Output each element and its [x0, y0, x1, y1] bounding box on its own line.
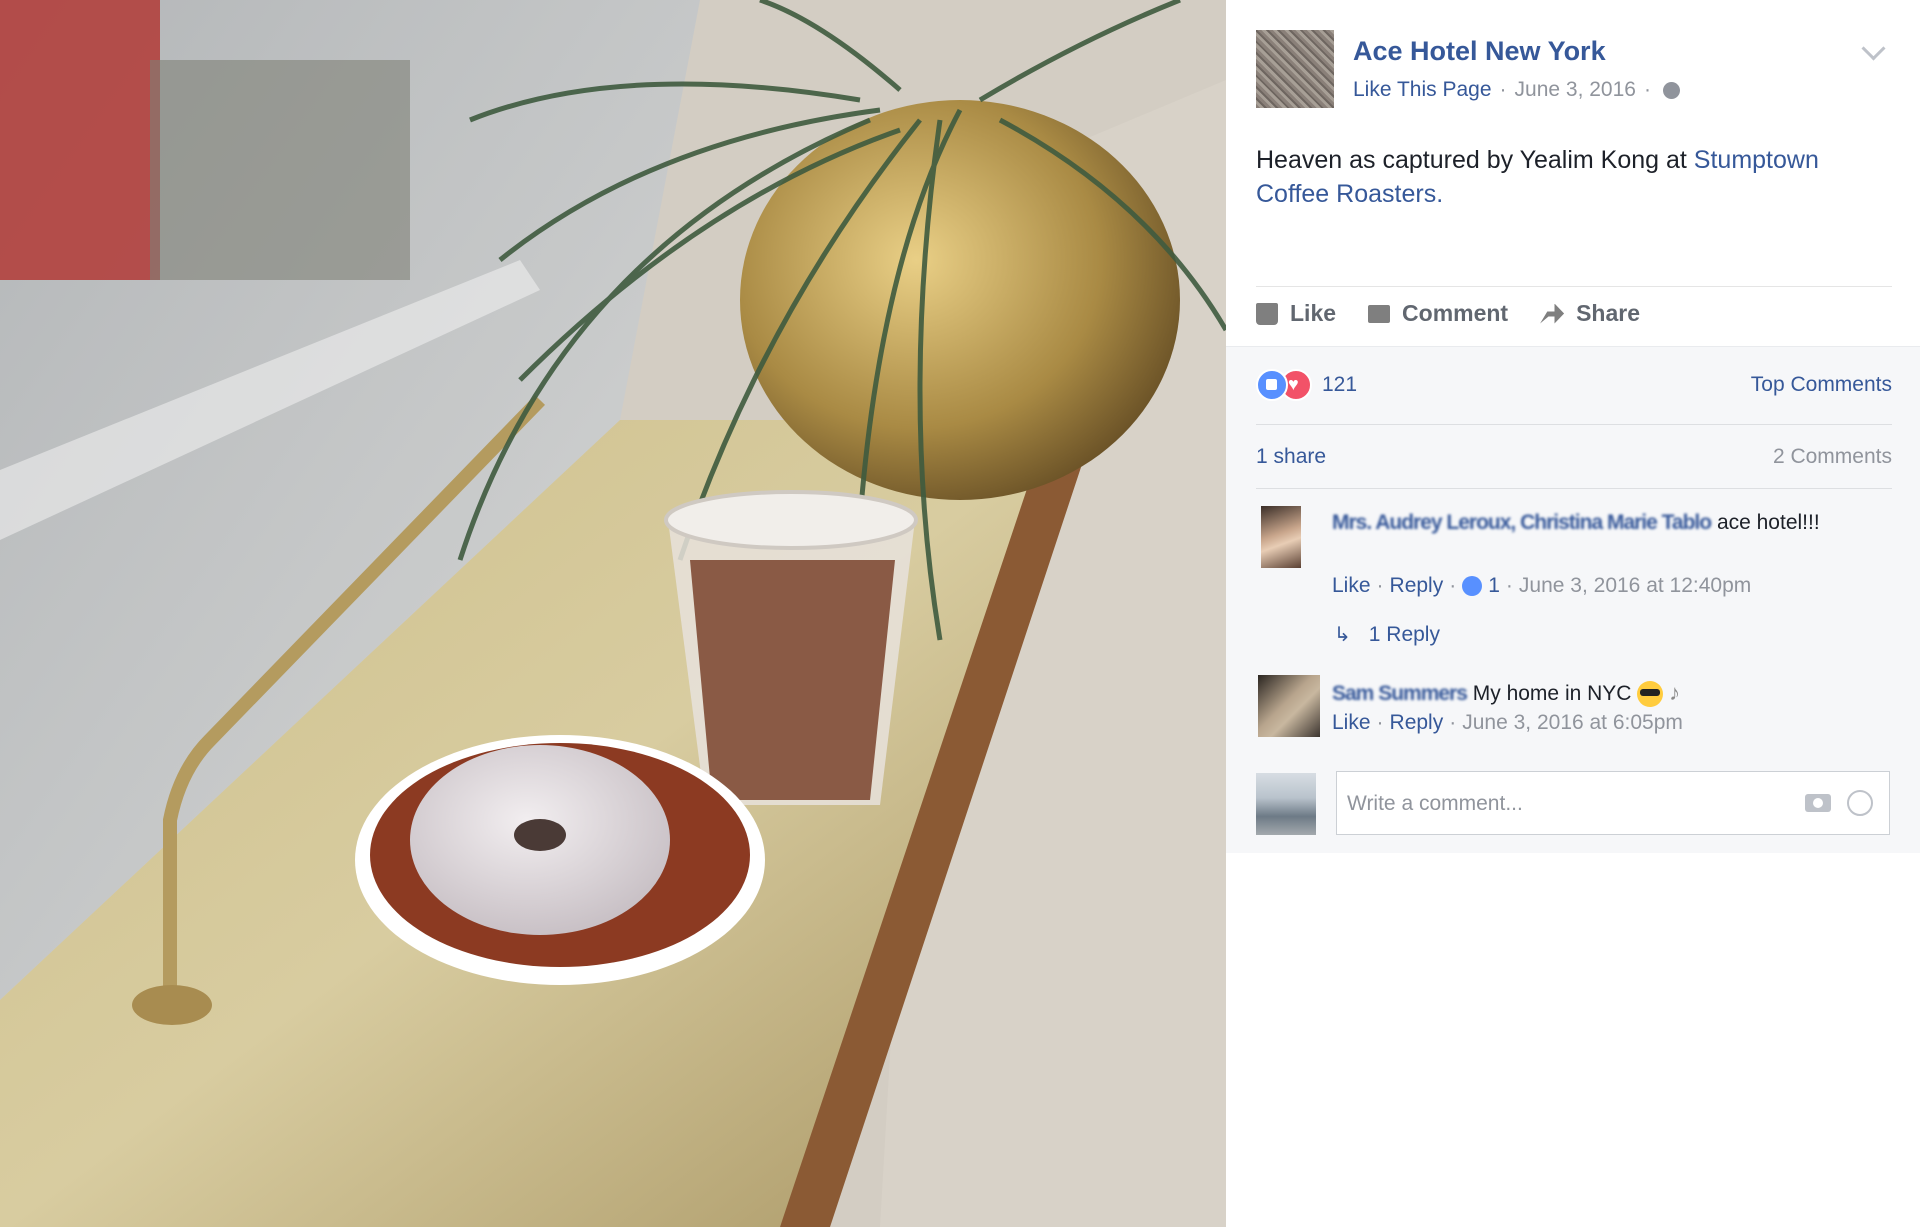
comment-like-link[interactable]: Like [1332, 574, 1371, 598]
divider [1256, 286, 1892, 287]
comment-meta: Like · Reply · June 3, 2016 at 6:05pm [1332, 711, 1683, 735]
comment-reply-link[interactable]: Reply [1390, 711, 1444, 735]
post-caption: Heaven as captured by Yealim Kong at Stu… [1256, 143, 1891, 211]
post-date[interactable]: June 3, 2016 [1515, 78, 1636, 102]
share-icon [1540, 303, 1565, 324]
comment-author-link[interactable]: Sam Summers [1332, 682, 1468, 705]
like-reaction-icon [1256, 369, 1288, 401]
chevron-down-icon[interactable] [1861, 36, 1886, 61]
divider [1256, 424, 1892, 425]
commenter-avatar[interactable] [1258, 675, 1320, 737]
reactions-summary[interactable]: 121 [1256, 369, 1357, 401]
comment-body: My home in NYC [1472, 682, 1632, 705]
meta-separator: · [1376, 574, 1384, 597]
sunglasses-emoji-icon [1637, 681, 1664, 708]
meta-separator: · [1376, 711, 1384, 734]
meta-separator: · [1505, 574, 1513, 597]
post-side-panel: Ace Hotel New York Like This Page · June… [1226, 0, 1920, 1227]
comment-timestamp[interactable]: June 3, 2016 at 6:05pm [1462, 711, 1683, 735]
current-user-avatar[interactable] [1256, 773, 1316, 835]
share-button[interactable]: Share [1540, 300, 1640, 327]
reaction-count[interactable]: 121 [1322, 373, 1357, 397]
caption-text: Heaven as captured by Yealim Kong at [1256, 146, 1694, 174]
comment-icon [1368, 304, 1391, 323]
shares-count[interactable]: 1 share [1256, 445, 1326, 469]
meta-separator: · [1449, 711, 1457, 734]
comment-text: Sam Summers My home in NYC ♪ [1332, 677, 1680, 709]
reply-arrow-icon: ↳ [1334, 624, 1351, 646]
post-photo[interactable] [0, 0, 1226, 1227]
smiley-icon[interactable] [1847, 790, 1873, 816]
replies-label: 1 Reply [1368, 622, 1440, 646]
divider [1256, 488, 1892, 489]
share-label: Share [1576, 300, 1641, 326]
comment-composer[interactable] [1336, 771, 1890, 835]
photo-scene [0, 0, 1226, 1227]
post-actions: Like Comment Share [1256, 300, 1640, 327]
comment-label: Comment [1402, 300, 1509, 326]
like-label: Like [1290, 300, 1337, 326]
commenter-avatar[interactable] [1261, 506, 1301, 568]
post-meta: Like This Page · June 3, 2016 · [1353, 78, 1680, 102]
comment-reply-link[interactable]: Reply [1390, 574, 1444, 598]
view-replies-link[interactable]: ↳ 1 Reply [1334, 622, 1440, 647]
comment-body: ace hotel!!! [1716, 511, 1820, 534]
comment-like-reaction-icon [1462, 576, 1483, 596]
comment-author-link[interactable]: Mrs. Audrey Leroux, Christina Marie Tabl… [1332, 511, 1712, 534]
like-page-link[interactable]: Like This Page [1353, 78, 1492, 102]
comments-area: 121 Top Comments 1 share 2 Comments Mrs.… [1226, 346, 1920, 853]
comment-input[interactable] [1345, 784, 1789, 824]
comment-text: Mrs. Audrey Leroux, Christina Marie Tabl… [1332, 507, 1852, 538]
comment-sort-dropdown[interactable]: Top Comments [1751, 373, 1892, 397]
like-button[interactable]: Like [1256, 300, 1336, 327]
meta-separator: · [1643, 78, 1651, 101]
camera-icon[interactable] [1805, 794, 1831, 812]
page-name-link[interactable]: Ace Hotel New York [1353, 36, 1606, 67]
like-icon [1256, 302, 1278, 325]
meta-separator: · [1449, 574, 1457, 597]
meta-separator: · [1499, 78, 1507, 101]
globe-icon [1662, 81, 1680, 99]
page-avatar[interactable] [1256, 30, 1334, 108]
music-note-icon: ♪ [1669, 680, 1681, 705]
comment-like-link[interactable]: Like [1332, 711, 1371, 735]
comments-count[interactable]: 2 Comments [1773, 445, 1892, 469]
comment-like-count[interactable]: 1 [1488, 574, 1500, 598]
comment-button[interactable]: Comment [1368, 300, 1508, 327]
comment-timestamp[interactable]: June 3, 2016 at 12:40pm [1519, 574, 1751, 598]
comment-meta: Like · Reply · 1 · June 3, 2016 at 12:40… [1332, 574, 1751, 598]
